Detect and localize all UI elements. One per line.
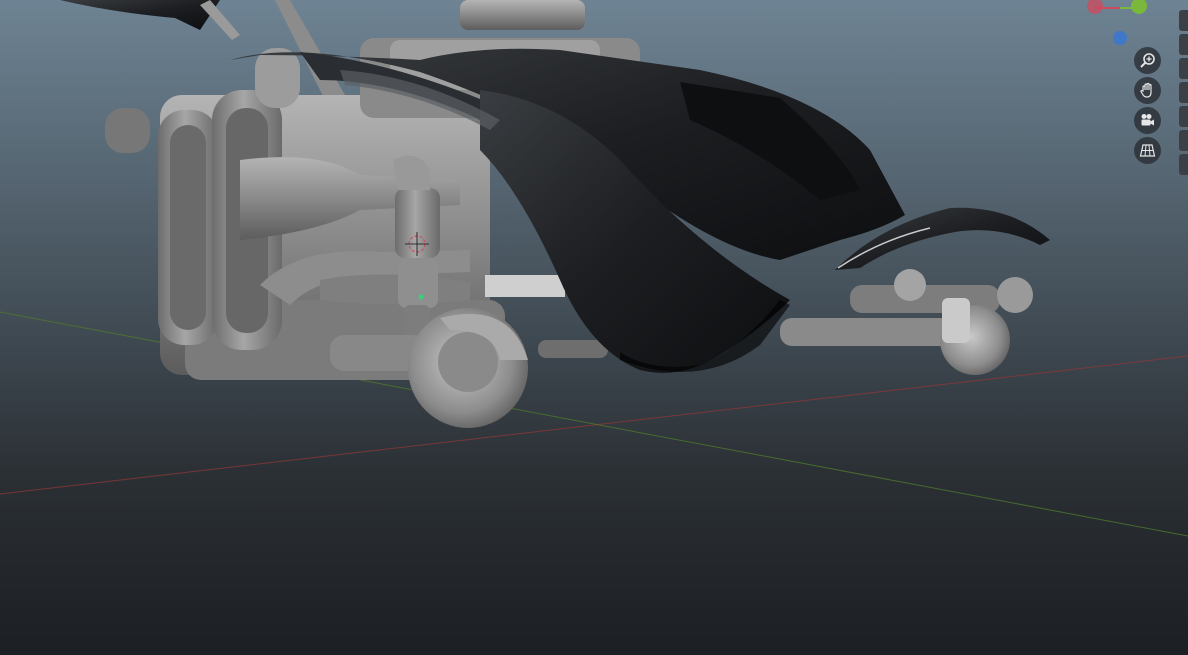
sidebar-tab[interactable] [1179,130,1188,151]
zoom-button[interactable] [1134,47,1161,74]
sidebar-tab[interactable] [1179,10,1188,31]
gizmo-z-handle [1113,31,1127,45]
3d-viewport[interactable] [0,0,1188,655]
gizmo-x-handle [1087,0,1103,14]
perspective-toggle-button[interactable] [1134,137,1161,164]
sidebar-tab[interactable] [1179,34,1188,55]
gizmo-y-handle [1131,0,1147,14]
zoom-in-icon [1140,53,1155,68]
pan-button[interactable] [1134,77,1161,104]
camera-view-button[interactable] [1134,107,1161,134]
orientation-gizmo[interactable] [1080,0,1160,46]
sidebar-tabs-strip [1177,0,1188,175]
hand-icon [1140,82,1152,98]
camera-icon [1141,114,1154,126]
scene-render[interactable] [0,0,1188,655]
sidebar-tab[interactable] [1179,58,1188,79]
x-axis-line [0,355,1188,495]
sidebar-tab[interactable] [1179,106,1188,127]
sidebar-tab[interactable] [1179,154,1188,175]
sidebar-tab[interactable] [1179,82,1188,103]
grid-icon [1139,144,1156,157]
